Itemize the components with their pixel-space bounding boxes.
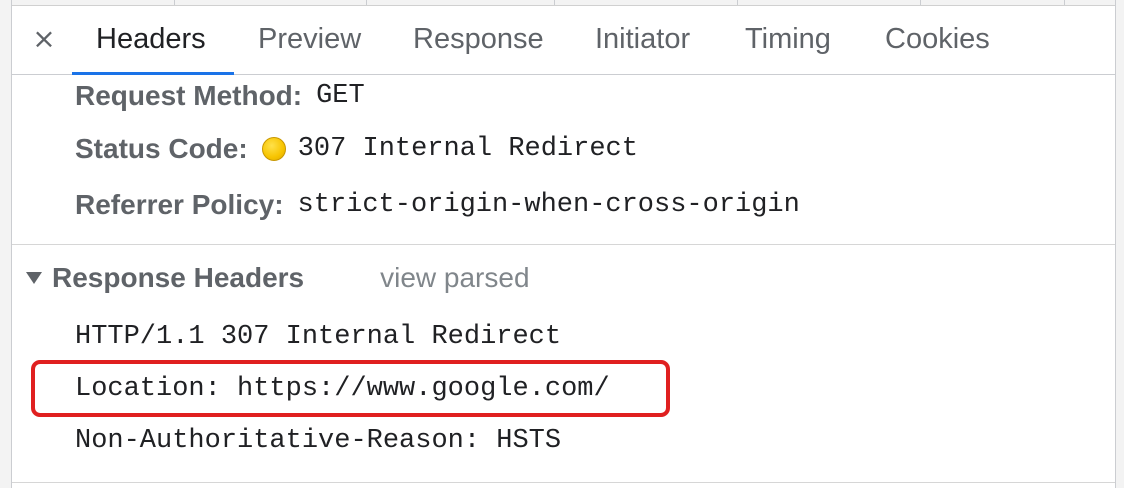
request-method-value: GET <box>316 81 365 111</box>
tab-bar: × Headers Preview Response Initiator Tim… <box>12 6 1115 75</box>
status-indicator-icon <box>261 137 286 161</box>
tab-preview[interactable]: Preview <box>234 6 385 74</box>
header-line-status: HTTP/1.1 307 Internal Redirect <box>75 322 562 352</box>
tab-response[interactable]: Response <box>389 6 568 74</box>
status-code-label: Status Code: <box>75 133 248 164</box>
devtools-headers-panel: × Headers Preview Response Initiator Tim… <box>0 0 1124 488</box>
referrer-policy-label: Referrer Policy: <box>75 189 284 220</box>
response-headers-title[interactable]: Response Headers <box>52 262 304 294</box>
response-headers-section-header[interactable]: Response Headers view parsed <box>26 262 530 294</box>
tab-timing[interactable]: Timing <box>721 6 855 74</box>
right-panel-gutter <box>1115 0 1124 488</box>
referrer-policy-row: Referrer Policy: strict-origin-when-cros… <box>75 189 800 221</box>
location-highlight-box <box>31 360 670 417</box>
close-icon[interactable]: × <box>32 24 56 54</box>
referrer-policy-value: strict-origin-when-cross-origin <box>297 190 800 220</box>
view-parsed-toggle[interactable]: view parsed <box>380 262 529 294</box>
tab-initiator[interactable]: Initiator <box>571 6 714 74</box>
tab-headers[interactable]: Headers <box>72 6 234 75</box>
status-code-value: 307 Internal Redirect <box>297 134 638 164</box>
status-code-row: Status Code: 307 Internal Redirect <box>75 133 638 165</box>
bottom-divider <box>12 482 1115 483</box>
request-method-label: Request Method: <box>75 80 303 111</box>
section-divider <box>12 244 1115 245</box>
collapse-triangle-icon[interactable] <box>26 272 42 284</box>
header-line-reason: Non-Authoritative-Reason: HSTS <box>75 426 562 456</box>
tab-cookies[interactable]: Cookies <box>861 6 1014 74</box>
left-panel-gutter <box>0 0 12 488</box>
request-method-row: Request Method: GET <box>75 80 365 112</box>
